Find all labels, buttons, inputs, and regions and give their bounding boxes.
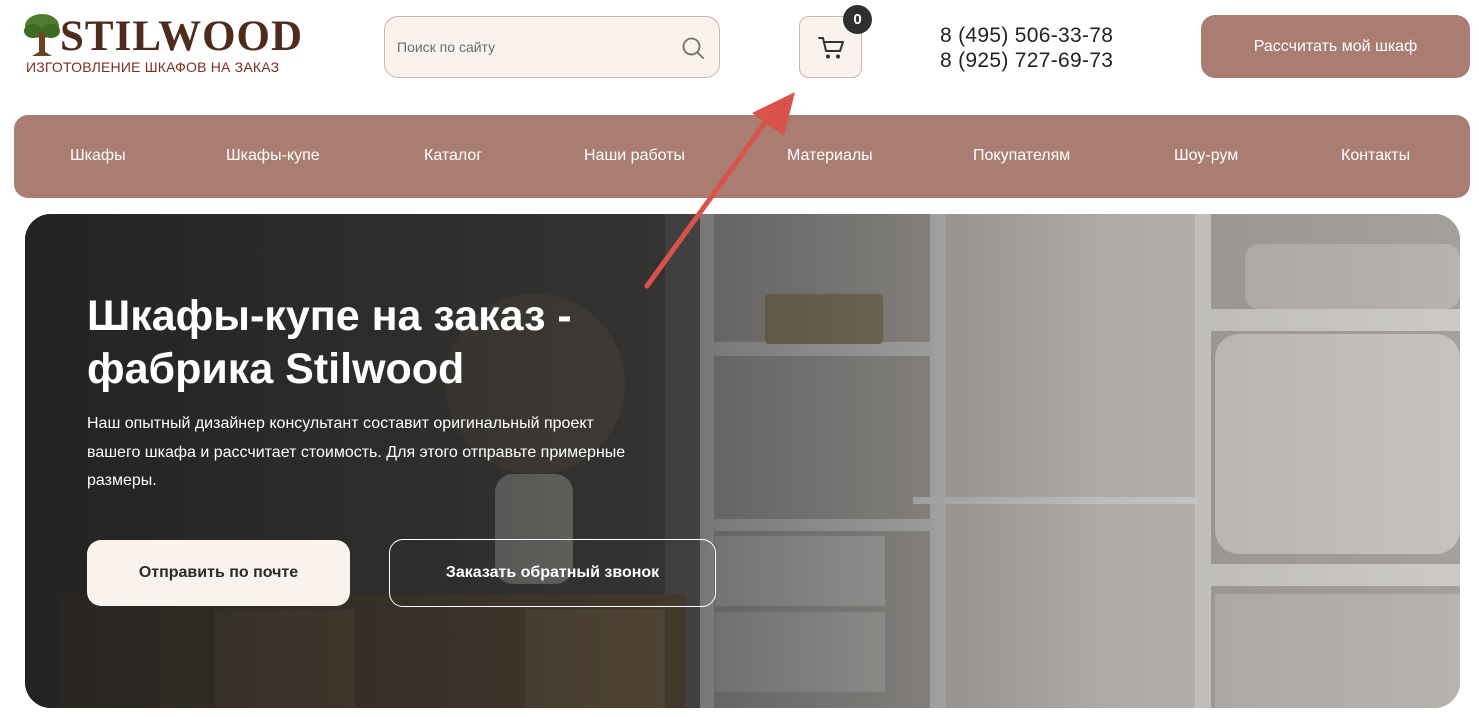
cart-count-badge: 0: [843, 5, 872, 34]
nav-item-sliding-wardrobes[interactable]: Шкафы-купе: [226, 147, 320, 165]
nav-item-our-works[interactable]: Наши работы: [584, 147, 685, 165]
phone-1[interactable]: 8 (495) 506-33-78: [940, 23, 1113, 48]
send-by-email-button[interactable]: Отправить по почте: [87, 540, 350, 606]
hero-title: Шкафы-купе на заказ - фабрика Stilwood: [87, 292, 572, 393]
search-icon[interactable]: [681, 36, 705, 60]
nav-item-catalog[interactable]: Каталог: [424, 147, 482, 165]
calculate-wardrobe-button[interactable]: Рассчитать мой шкаф: [1201, 15, 1470, 78]
logo[interactable]: STILWOOD ИЗГОТОВЛЕНИЕ ШКАФОВ НА ЗАКАЗ: [22, 12, 302, 80]
nav-item-wardrobes[interactable]: Шкафы: [70, 147, 126, 165]
search-box: [384, 16, 720, 78]
request-callback-button[interactable]: Заказать обратный звонок: [389, 539, 716, 607]
tree-icon: [24, 14, 60, 56]
nav-item-buyers[interactable]: Покупателям: [973, 147, 1070, 165]
hero-description: Наш опытный дизайнер консультант состави…: [87, 415, 626, 489]
search-input[interactable]: [397, 17, 667, 77]
phone-numbers: 8 (495) 506-33-78 8 (925) 727-69-73: [940, 23, 1113, 73]
main-nav: Шкафы Шкафы-купе Каталог Наши работы Мат…: [14, 115, 1470, 198]
logo-subtitle: ИЗГОТОВЛЕНИЕ ШКАФОВ НА ЗАКАЗ: [26, 59, 280, 75]
nav-item-showroom[interactable]: Шоу-рум: [1174, 147, 1238, 165]
nav-item-materials[interactable]: Материалы: [787, 147, 873, 165]
logo-title: STILWOOD: [60, 13, 304, 60]
phone-2[interactable]: 8 (925) 727-69-73: [940, 48, 1113, 73]
cart-icon: [818, 37, 844, 59]
nav-item-contacts[interactable]: Контакты: [1341, 147, 1410, 165]
hero-banner: Шкафы-купе на заказ - фабрика Stilwood Н…: [25, 214, 1460, 708]
